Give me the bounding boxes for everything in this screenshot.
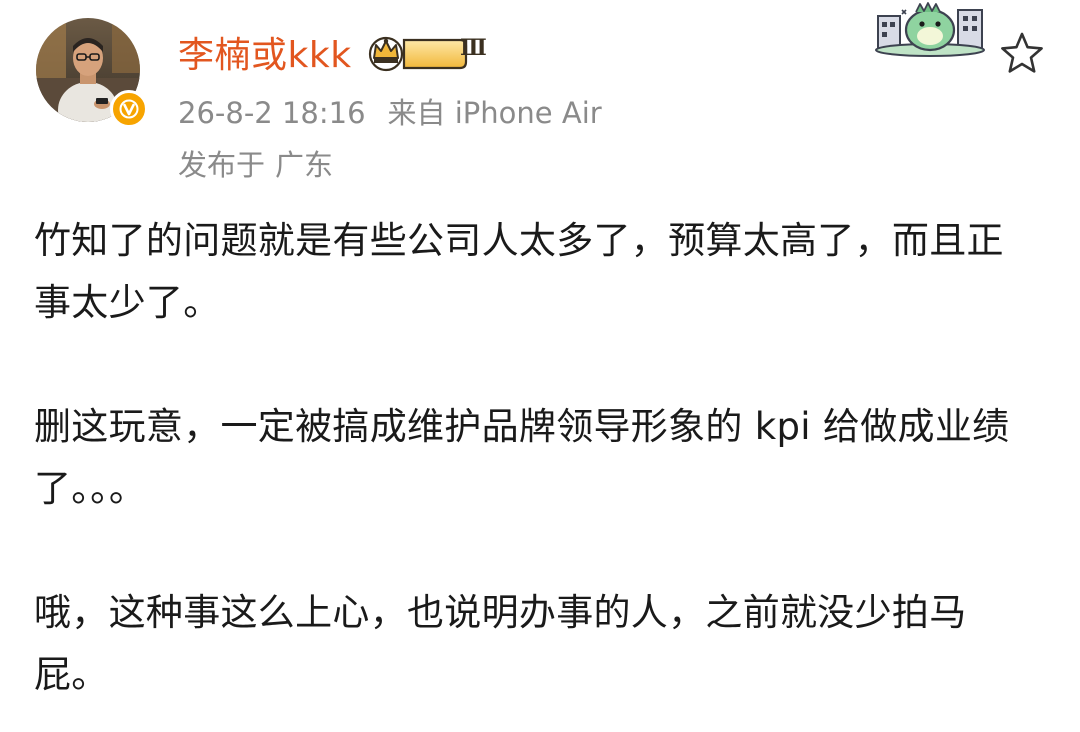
post-paragraph: 竹知了的问题就是有些公司人太多了，预算太高了，而且正事太少了。: [34, 219, 1004, 324]
dinosaur-decoration-icon: [872, 0, 988, 58]
post-paragraph: 哦，这种事这么上心，也说明办事的人，之前就没少拍马屁。: [34, 591, 967, 696]
username-row: 李楠或kkk Ⅲ: [178, 26, 487, 78]
favorite-star-icon[interactable]: [998, 30, 1046, 78]
location-prefix: 发布于: [178, 148, 266, 182]
post-time[interactable]: 26-8-2 18:16: [178, 96, 366, 130]
post-paragraph: 删这玩意，一定被搞成维护品牌领导形象的 kpi 给做成业绩了。。。: [34, 405, 1010, 510]
username[interactable]: 李楠或kkk: [178, 26, 352, 78]
location-value: 广东: [275, 148, 334, 182]
weibo-post: 李楠或kkk Ⅲ 26-8-2 18:16来自 iPhone Air 发布于广: [0, 0, 1080, 732]
vip-crown-icon[interactable]: [364, 32, 468, 72]
post-location: 发布于 广东: [178, 142, 333, 184]
post-meta: 26-8-2 18:16 来自 iPhone Air: [178, 90, 602, 132]
avatar-container[interactable]: [36, 18, 148, 128]
vip-level-label: Ⅲ: [460, 35, 487, 61]
post-source: 来自 iPhone Air: [387, 96, 602, 130]
post-body: 竹知了的问题就是有些公司人太多了，预算太高了，而且正事太少了。 删这玩意，一定被…: [34, 210, 1034, 706]
verified-icon: [110, 90, 148, 128]
